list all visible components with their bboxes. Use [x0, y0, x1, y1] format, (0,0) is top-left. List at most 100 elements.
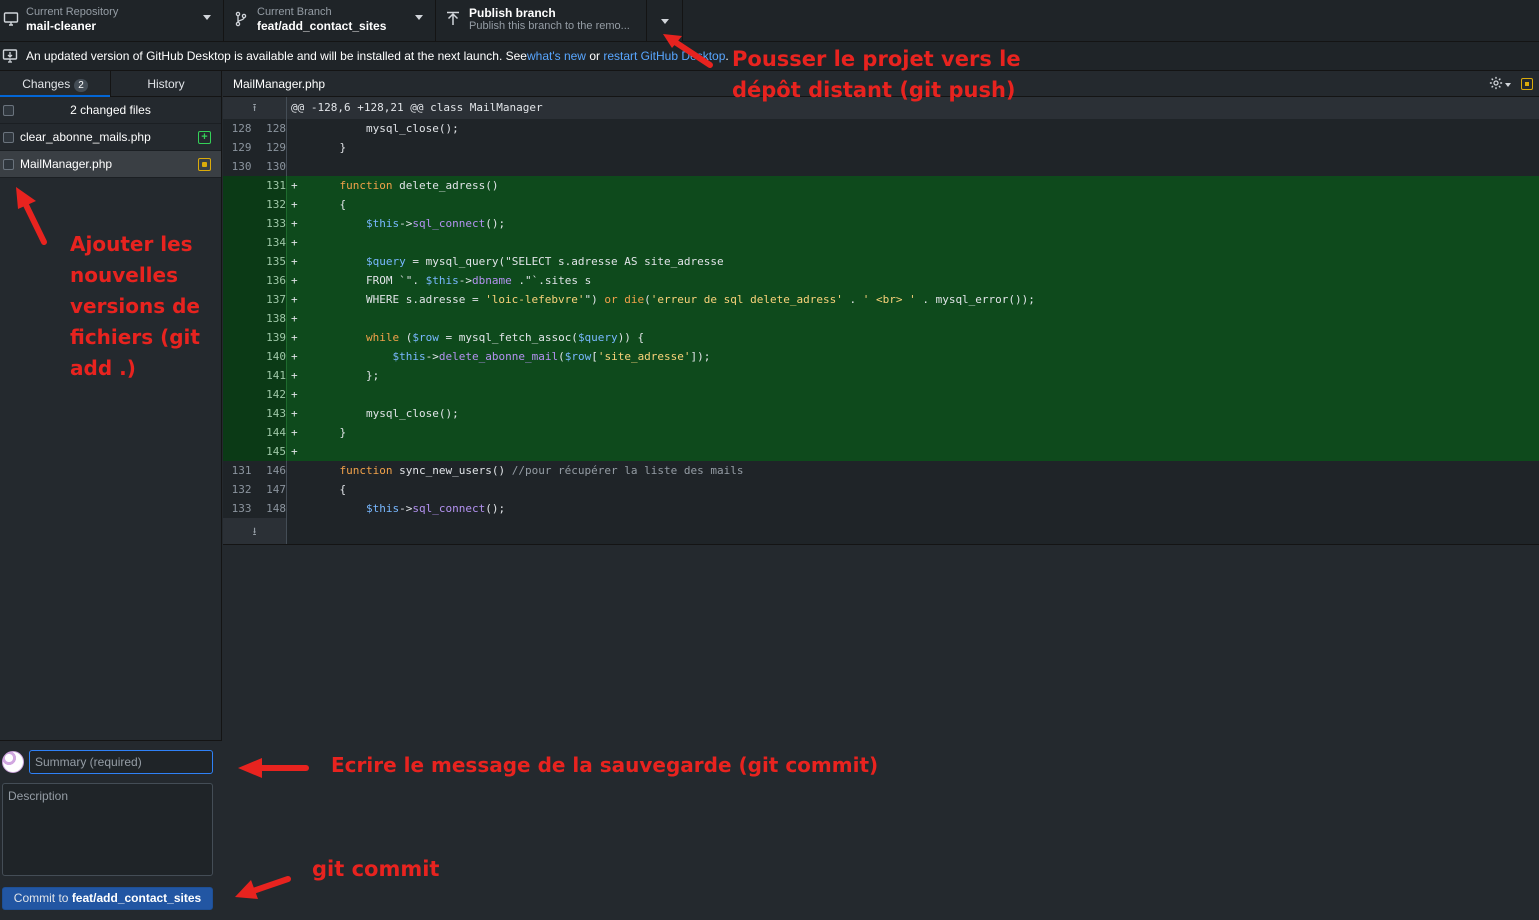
diff-line-added[interactable]: 141 + }; [223, 366, 1539, 385]
line-numbers: 130 130 [223, 157, 287, 176]
file-checkbox[interactable] [3, 132, 14, 143]
commit-button[interactable]: Commit to feat/add_contact_sites [2, 887, 213, 910]
old-line-number [223, 404, 251, 423]
old-line-number [223, 385, 251, 404]
description-input[interactable] [2, 783, 213, 876]
diff-line-added[interactable]: 134 + [223, 233, 1539, 252]
publish-description: Publish this branch to the remo... [469, 20, 630, 32]
code-text: $this->sql_connect(); [313, 499, 506, 518]
file-checkbox[interactable] [3, 159, 14, 170]
publish-branch-button[interactable]: Publish branch Publish this branch to th… [436, 0, 647, 42]
diff-marker: + [291, 445, 298, 458]
old-line-number: 132 [231, 483, 252, 496]
repo-name: mail-cleaner [26, 19, 97, 33]
diff-marker: + [291, 331, 298, 344]
annotation-add: Ajouter les nouvelles versions de fichie… [70, 232, 200, 380]
line-numbers: 140 [223, 347, 287, 366]
old-line-number: 130 [231, 160, 252, 173]
diff-line-context[interactable]: 132 147 { [223, 480, 1539, 499]
new-line-number: 137 [266, 293, 286, 306]
select-all-checkbox[interactable] [3, 105, 14, 116]
diff-line-added[interactable]: 137 + WHERE s.adresse = 'loic-lefebvre'")… [223, 290, 1539, 309]
file-item[interactable]: MailManager.php [0, 151, 221, 178]
diff-line-added[interactable]: 139 + while ($row = mysql_fetch_assoc($qu… [223, 328, 1539, 347]
old-line-number [223, 195, 251, 214]
file-modified-icon [1521, 78, 1533, 90]
code-text: $this->sql_connect(); [365, 217, 506, 230]
diff-marker: + [291, 255, 298, 268]
diff-line-added[interactable]: 138 + [223, 309, 1539, 328]
line-numbers: 133 [223, 214, 287, 233]
expand-down-icon[interactable]: ⭳ [223, 518, 287, 544]
diff-marker: + [291, 312, 298, 325]
diff-marker: + [291, 293, 298, 306]
diff-body: ⭱ @@ -128,6 +128,21 @@ class MailManager… [223, 97, 1539, 545]
diff-line-added[interactable]: 145 + [223, 442, 1539, 461]
gear-icon[interactable] [1489, 76, 1503, 90]
desktop-download-icon [2, 49, 18, 63]
expand-up-icon[interactable]: ⭱ [223, 97, 287, 119]
new-line-number: 139 [266, 331, 286, 344]
line-numbers: 144 [223, 423, 287, 442]
toolbar: Current Repository mail-cleaner Current … [0, 0, 1539, 42]
new-line-number: 144 [266, 426, 286, 439]
annotation-commit-message: Ecrire le message de la sauvegarde (git … [331, 753, 879, 777]
diff-line-context[interactable]: 128 128 mysql_close(); [223, 119, 1539, 138]
code-text: mysql_close(); [313, 407, 459, 420]
code-text: WHERE s.adresse = 'loic-lefebvre'") or d… [313, 293, 1035, 306]
diff-line-added[interactable]: 140 + $this->delete_abonne_mail($row['sit… [223, 347, 1539, 366]
new-line-number: 136 [266, 274, 286, 287]
diff-line-added[interactable]: 144 + } [223, 423, 1539, 442]
code-text: } [313, 426, 347, 439]
file-item[interactable]: clear_abonne_mails.php + [0, 124, 221, 151]
file-name: clear_abonne_mails.php [20, 130, 151, 144]
publish-title: Publish branch [469, 6, 556, 20]
new-line-number: 148 [266, 502, 286, 515]
diff-line-context[interactable]: 129 129 } [223, 138, 1539, 157]
diff-line-added[interactable]: 133 + $this->sql_connect(); [223, 214, 1539, 233]
diff-marker [287, 480, 313, 499]
line-numbers: 131 [223, 176, 287, 195]
file-modified-icon [198, 158, 211, 171]
diff-line-context[interactable]: 133 148 $this->sql_connect(); [223, 499, 1539, 518]
line-numbers: 141 [223, 366, 287, 385]
diff-marker [287, 461, 313, 480]
tab-changes[interactable]: Changes 2 [0, 71, 110, 97]
annotation-arrow-icon [663, 34, 713, 68]
diff-line-added[interactable]: 135 + $query = mysql_query("SELECT s.adre… [223, 252, 1539, 271]
diff-line-added[interactable]: 143 + mysql_close(); [223, 404, 1539, 423]
code-text: $query = mysql_query("SELECT s.adresse A… [365, 255, 724, 268]
diff-line-context[interactable]: 130 130 [223, 157, 1539, 176]
diff-line-context[interactable]: 131 146 function sync_new_users() //pour … [223, 461, 1539, 480]
commit-branch: feat/add_contact_sites [71, 891, 202, 905]
whats-new-link[interactable]: what's new [527, 49, 586, 63]
branch-name: feat/add_contact_sites [257, 19, 387, 33]
old-line-number [223, 252, 251, 271]
diff-line-added[interactable]: 132 + { [223, 195, 1539, 214]
old-line-number [223, 442, 251, 461]
commit-prefix: Commit to [13, 891, 72, 905]
diff-line-added[interactable]: 131 + function delete_adress() [223, 176, 1539, 195]
line-numbers: 138 [223, 309, 287, 328]
chevron-down-icon [203, 15, 211, 20]
branch-caption: Current Branch [257, 6, 332, 18]
new-line-number: 128 [266, 122, 286, 135]
current-repository-button[interactable]: Current Repository mail-cleaner [0, 0, 224, 42]
current-branch-button[interactable]: Current Branch feat/add_contact_sites [224, 0, 436, 42]
code-text: { [313, 198, 347, 211]
line-numbers: 132 [223, 195, 287, 214]
new-line-number: 142 [266, 388, 286, 401]
banner-text-mid: or [585, 49, 604, 63]
tab-history[interactable]: History [110, 71, 221, 96]
summary-input[interactable] [29, 750, 213, 774]
old-line-number: 129 [231, 141, 252, 154]
diff-line-added[interactable]: 142 + [223, 385, 1539, 404]
old-line-number [223, 271, 251, 290]
diff-marker: + [291, 388, 298, 401]
diff-marker: + [291, 407, 298, 420]
diff-marker: + [291, 217, 298, 230]
code-text: FROM `". $this->dbname ."`.sites s [313, 274, 592, 287]
diff-line-added[interactable]: 136 + FROM `". $this->dbname ."`.sites s [223, 271, 1539, 290]
diff-lines: 128 128 mysql_close(); 129 129 } 130 130 131 + … [223, 119, 1539, 518]
diff-marker: + [291, 179, 298, 192]
